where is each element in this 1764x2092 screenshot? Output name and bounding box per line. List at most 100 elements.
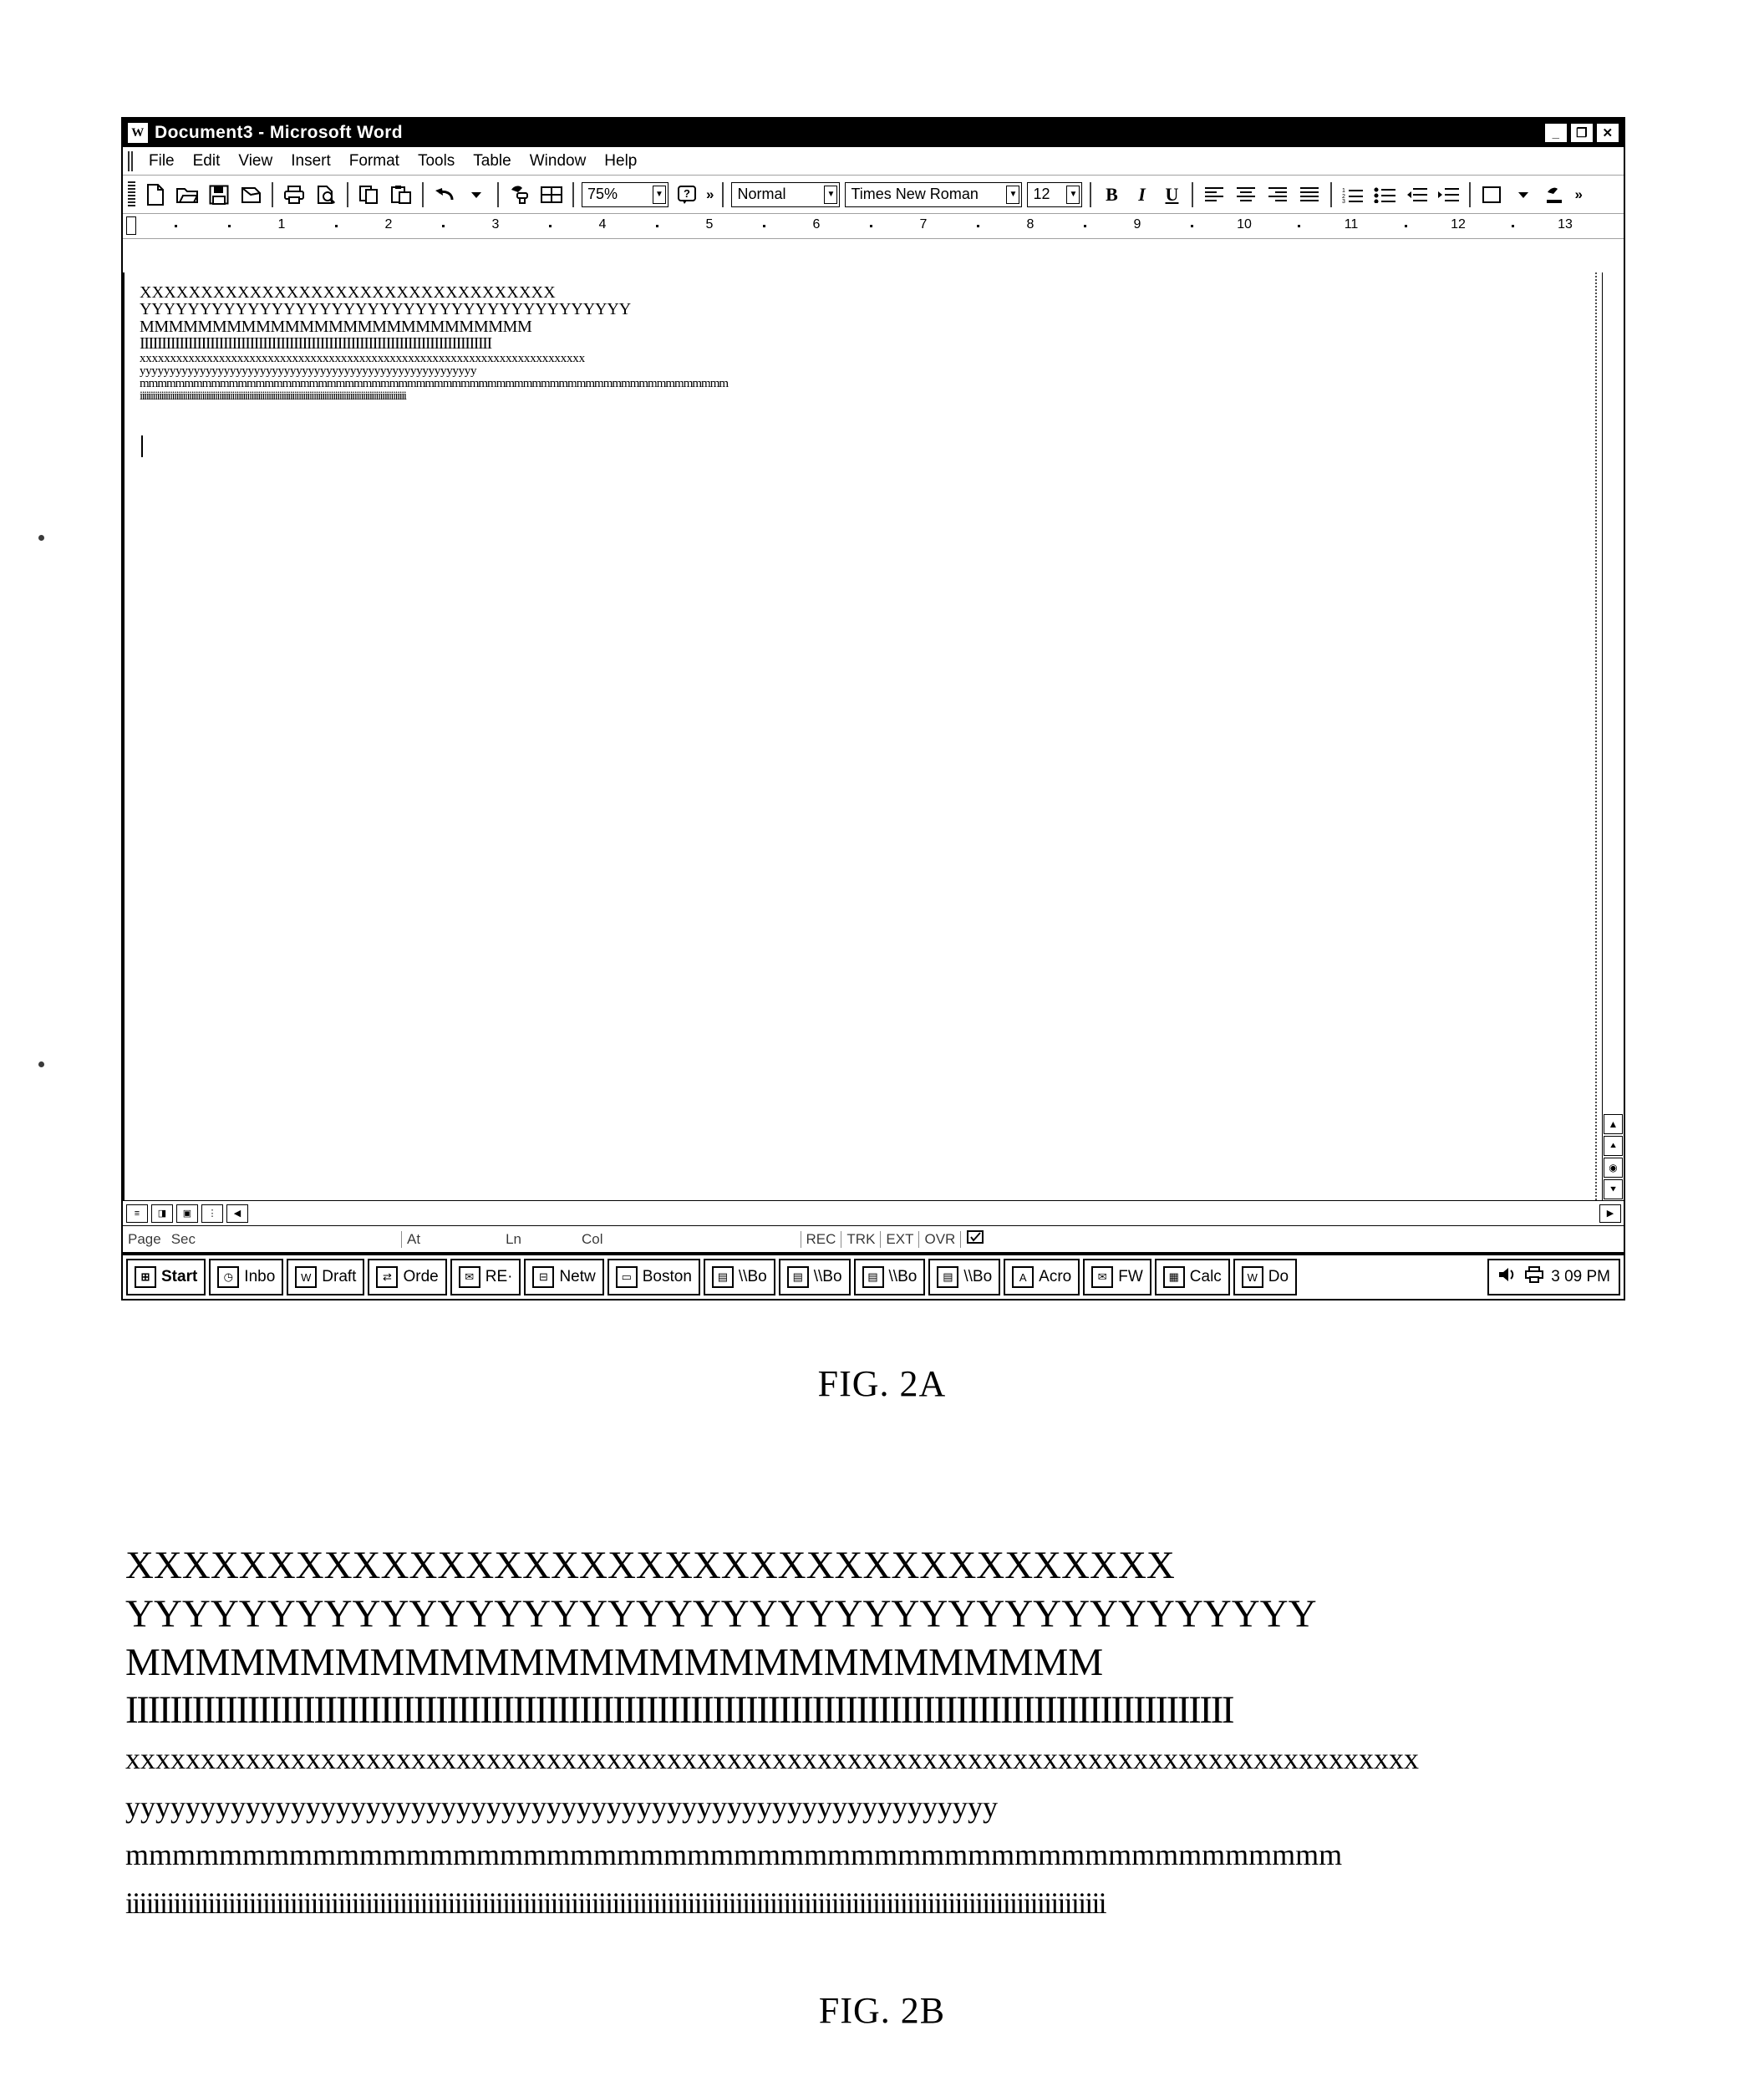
- scroll-left-button[interactable]: ◀: [226, 1204, 248, 1223]
- new-document-icon[interactable]: [140, 181, 170, 209]
- zoom-combobox[interactable]: 75% ▼: [582, 181, 668, 207]
- align-justify-icon[interactable]: [1294, 181, 1324, 209]
- align-right-icon[interactable]: [1263, 181, 1293, 209]
- format-painter-icon[interactable]: [505, 181, 535, 209]
- taskbar-item-re[interactable]: ✉ RE·: [450, 1259, 521, 1295]
- menu-item-tools[interactable]: Tools: [409, 150, 464, 172]
- taskbar-item-share-4[interactable]: ▤ \\Bo: [928, 1259, 1001, 1295]
- horizontal-scrollbar-row[interactable]: ≡ ◨ ▣ ⋮ ◀ ▶: [123, 1200, 1624, 1225]
- align-left-icon[interactable]: [1199, 181, 1229, 209]
- status-rec[interactable]: REC: [801, 1231, 841, 1248]
- paste-icon[interactable]: [386, 181, 416, 209]
- document-text[interactable]: XXXXXXXXXXXXXXXXXXXXXXXXXXXXXXXXXX YYYYY…: [140, 284, 1592, 404]
- normal-view-icon[interactable]: ≡: [126, 1204, 148, 1223]
- taskbar-item-fw[interactable]: ✉ FW: [1083, 1259, 1151, 1295]
- ruler-tick-10: 10: [1237, 217, 1252, 232]
- web-layout-view-icon[interactable]: ◨: [151, 1204, 173, 1223]
- taskbar-item-draft[interactable]: W Draft: [287, 1259, 365, 1295]
- scroll-right-button[interactable]: ▶: [1599, 1204, 1621, 1223]
- document-page[interactable]: XXXXXXXXXXXXXXXXXXXXXXXXXXXXXXXXXX YYYYY…: [123, 272, 1602, 1200]
- taskbar-item-acrobat[interactable]: A Acro: [1004, 1259, 1080, 1295]
- highlight-icon[interactable]: [1508, 181, 1538, 209]
- help-question-icon[interactable]: ?: [672, 181, 702, 209]
- print-icon[interactable]: [279, 181, 309, 209]
- indent-marker[interactable]: [126, 216, 136, 235]
- next-page-button[interactable]: ⯆: [1604, 1179, 1623, 1199]
- taskbar-item-share-2[interactable]: ▤ \\Bo: [778, 1259, 851, 1295]
- open-folder-icon[interactable]: [172, 181, 202, 209]
- taskbar-item-order[interactable]: ⇄ Orde: [368, 1259, 447, 1295]
- ruler-tick-5: 5: [705, 217, 714, 232]
- menu-item-view[interactable]: View: [229, 150, 282, 172]
- chevron-down-icon[interactable]: ▼: [824, 185, 838, 204]
- printer-icon[interactable]: [1524, 1265, 1544, 1289]
- menu-item-format[interactable]: Format: [340, 150, 409, 172]
- font-name-combobox[interactable]: Times New Roman ▼: [845, 181, 1023, 207]
- page-sheet[interactable]: XXXXXXXXXXXXXXXXXXXXXXXXXXXXXXXXXX YYYYY…: [125, 272, 1602, 1200]
- chevron-down-icon[interactable]: ▼: [653, 185, 666, 204]
- formatting-overflow-icon[interactable]: »: [1571, 187, 1585, 201]
- taskbar-item-network[interactable]: ⊟ Netw: [524, 1259, 604, 1295]
- increase-indent-icon[interactable]: [1433, 181, 1463, 209]
- copy-icon[interactable]: [354, 181, 384, 209]
- toolbar-overflow-icon[interactable]: »: [703, 187, 717, 201]
- save-disk-icon[interactable]: [204, 181, 234, 209]
- chevron-down-icon[interactable]: ▼: [1006, 185, 1020, 204]
- taskbar-item-label: Orde: [403, 1268, 439, 1285]
- bulleted-list-icon[interactable]: [1370, 181, 1400, 209]
- menu-drag-handle[interactable]: [128, 150, 135, 171]
- bold-button[interactable]: B: [1096, 181, 1126, 208]
- close-button[interactable]: ✕: [1596, 123, 1619, 143]
- scroll-up-button[interactable]: ▲: [1604, 1114, 1623, 1134]
- spell-check-icon[interactable]: [961, 1229, 993, 1250]
- start-button[interactable]: ⊞ Start: [126, 1259, 206, 1295]
- menu-item-insert[interactable]: Insert: [282, 150, 340, 172]
- insert-table-icon[interactable]: [536, 181, 567, 209]
- ruler-tick-1: 1: [277, 217, 286, 232]
- toolbar-separator: [422, 181, 424, 207]
- menu-item-window[interactable]: Window: [521, 150, 596, 172]
- numbered-list-icon[interactable]: 123: [1338, 181, 1368, 209]
- menu-item-table[interactable]: Table: [464, 150, 520, 172]
- ruler-tick-2: 2: [384, 217, 393, 232]
- underline-button[interactable]: U: [1157, 181, 1187, 208]
- borders-icon[interactable]: [1477, 181, 1507, 209]
- status-trk[interactable]: TRK: [841, 1231, 880, 1248]
- menu-item-edit[interactable]: Edit: [184, 150, 230, 172]
- print-preview-icon[interactable]: [311, 181, 341, 209]
- font-size-combobox[interactable]: 12 ▼: [1027, 181, 1083, 207]
- menu-item-file[interactable]: File: [140, 150, 184, 172]
- taskbar-item-document[interactable]: W Do: [1233, 1259, 1298, 1295]
- chevron-down-icon[interactable]: ▼: [1066, 185, 1080, 204]
- undo-icon[interactable]: [430, 181, 460, 209]
- minimize-button[interactable]: _: [1544, 123, 1568, 143]
- email-icon[interactable]: [236, 181, 266, 209]
- print-layout-view-icon[interactable]: ▣: [176, 1204, 198, 1223]
- restore-button[interactable]: ❐: [1570, 123, 1594, 143]
- font-color-icon[interactable]: [1540, 181, 1570, 209]
- status-ovr[interactable]: OVR: [919, 1231, 960, 1248]
- speaker-icon[interactable]: [1497, 1265, 1517, 1289]
- horizontal-ruler[interactable]: 1 2 3 4 5 6 7 8 9 10 11 12 13: [123, 214, 1624, 239]
- taskbar-item-share-3[interactable]: ▤ \\Bo: [853, 1259, 926, 1295]
- outline-view-icon[interactable]: ⋮: [201, 1204, 223, 1223]
- taskbar-item-boston[interactable]: ▭ Boston: [607, 1259, 700, 1295]
- calculator-icon: ▦: [1162, 1266, 1185, 1288]
- taskbar-item-inbox[interactable]: ◷ Inbo: [209, 1259, 284, 1295]
- select-browse-object-button[interactable]: ◉: [1604, 1158, 1623, 1178]
- taskbar-clock[interactable]: 3 09 PM: [1551, 1268, 1610, 1286]
- vertical-scrollbar[interactable]: ▲ ⯅ ◉ ⯆: [1602, 272, 1624, 1200]
- status-ext[interactable]: EXT: [881, 1231, 918, 1248]
- taskbar-item-calc[interactable]: ▦ Calc: [1154, 1259, 1230, 1295]
- italic-button[interactable]: I: [1126, 181, 1157, 208]
- outlook-clock-icon: ◷: [217, 1266, 240, 1288]
- undo-dropdown-icon[interactable]: [461, 181, 491, 209]
- style-combobox[interactable]: Normal ▼: [731, 181, 841, 207]
- previous-page-button[interactable]: ⯅: [1604, 1136, 1623, 1156]
- decrease-indent-icon[interactable]: [1401, 181, 1431, 209]
- align-center-icon[interactable]: [1231, 181, 1261, 209]
- menu-item-help[interactable]: Help: [595, 150, 646, 172]
- ruler-dot: [1298, 225, 1300, 227]
- taskbar-item-share-1[interactable]: ▤ \\Bo: [703, 1259, 775, 1295]
- toolbar-drag-handle[interactable]: [128, 181, 135, 208]
